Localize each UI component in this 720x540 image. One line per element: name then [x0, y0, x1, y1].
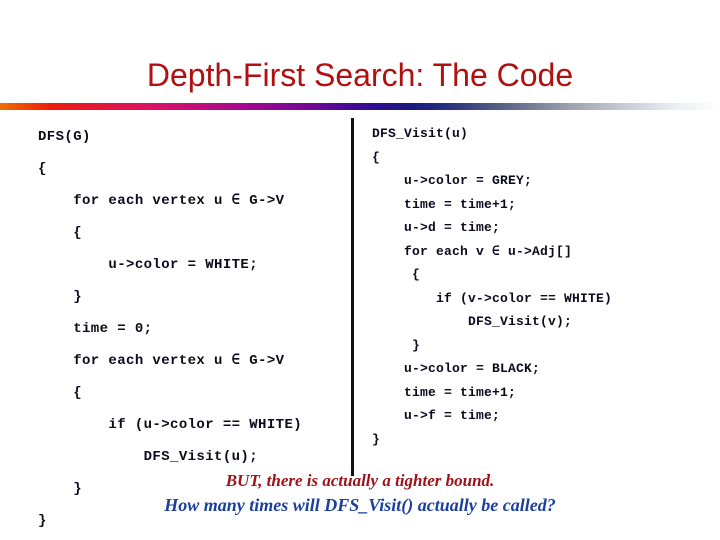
- code-line: {: [372, 149, 381, 165]
- code-line: u->color = GREY;: [372, 173, 533, 188]
- code-line: if (v->color == WHITE): [372, 290, 613, 306]
- code-line: {: [38, 225, 83, 241]
- page-title: Depth-First Search: The Code: [146, 57, 574, 94]
- code-line: time = time+1;: [372, 196, 517, 212]
- code-line: u->f = time;: [372, 408, 501, 423]
- code-line: u->color = BLACK;: [372, 361, 541, 376]
- code-line: u->color = WHITE;: [38, 257, 259, 273]
- code-line: {: [38, 385, 83, 401]
- code-line: }: [38, 289, 83, 305]
- column-divider: [351, 118, 354, 476]
- slide-canvas: Depth-First Search: The Code DFS(G) { for…: [0, 0, 720, 540]
- code-line: for each vertex u ∈ G->V: [38, 193, 285, 209]
- code-line: DFS_Visit(u): [372, 126, 469, 141]
- note-tighter-bound: BUT, there is actually a tighter bound.: [225, 471, 495, 490]
- code-line: time = time+1;: [372, 384, 517, 400]
- title-gradient-rule: [0, 103, 720, 110]
- code-line: DFS_Visit(v);: [372, 314, 573, 329]
- code-line: {: [372, 267, 421, 282]
- code-line: time = 0;: [38, 321, 153, 337]
- note-question: How many times will DFS_Visit() actually…: [164, 495, 556, 515]
- code-line: if (u->color == WHITE): [38, 417, 303, 433]
- code-line: }: [372, 337, 421, 353]
- code-block-dfs-visit: DFS_Visit(u) { u->color = GREY; time = ti…: [372, 122, 712, 451]
- code-line: for each vertex u ∈ G->V: [38, 353, 285, 369]
- code-line: DFS_Visit(u);: [38, 449, 259, 465]
- code-line: for each v ∈ u->Adj[]: [372, 243, 573, 259]
- code-line: u->d = time;: [372, 220, 501, 235]
- code-line: DFS(G): [38, 129, 91, 145]
- code-line: }: [372, 431, 381, 447]
- code-line: {: [38, 161, 47, 177]
